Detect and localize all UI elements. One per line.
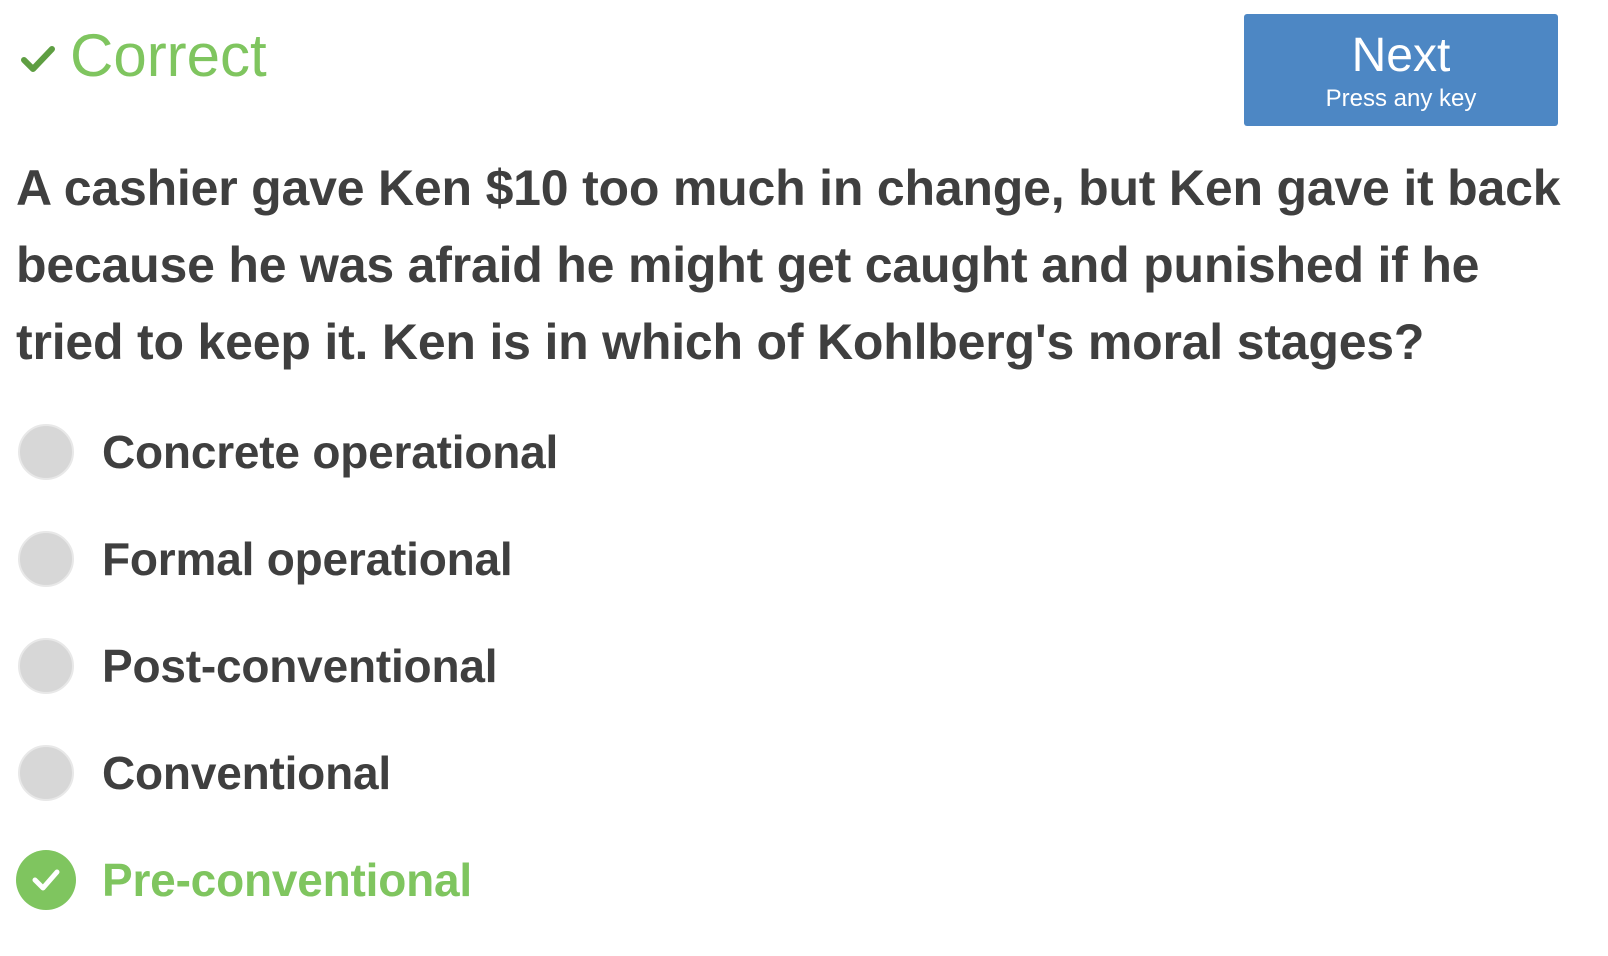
next-button-hint: Press any key [1325, 85, 1477, 112]
radio-button[interactable] [18, 744, 74, 801]
answer-option[interactable]: Formal operational [16, 505, 1516, 612]
option-label: Conventional [102, 746, 391, 799]
answer-option[interactable]: Post-conventional [16, 612, 1516, 719]
radio-button[interactable] [18, 530, 74, 587]
status-label: Correct [70, 22, 267, 89]
checkmark-icon [20, 41, 56, 77]
option-label: Pre-conventional [102, 853, 472, 906]
next-button-label: Next [1351, 29, 1451, 82]
question-text: A cashier gave Ken $10 too much in chang… [16, 160, 1561, 370]
answer-option-correct[interactable]: Pre-conventional [16, 826, 1516, 933]
correct-check-icon[interactable] [16, 849, 76, 910]
answer-option[interactable]: Concrete operational [16, 398, 1516, 505]
next-button[interactable]: Next Press any key [1244, 14, 1558, 126]
option-label: Concrete operational [102, 425, 559, 478]
feedback-header: Correct Next Press any key [0, 0, 1608, 140]
option-label: Formal operational [102, 532, 513, 585]
answer-option[interactable]: Conventional [16, 719, 1516, 826]
answer-status: Correct [20, 20, 267, 92]
radio-button[interactable] [18, 637, 74, 694]
answer-options: Concrete operational Formal operational … [16, 398, 1516, 933]
radio-button[interactable] [18, 423, 74, 480]
option-label: Post-conventional [102, 639, 498, 692]
